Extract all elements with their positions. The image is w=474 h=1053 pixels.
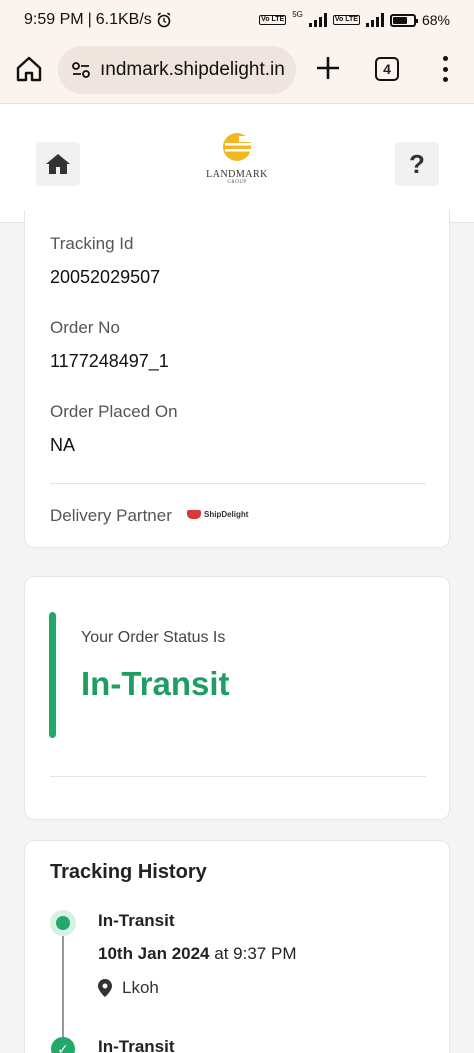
alarm-icon: [157, 12, 171, 28]
event-status: In-Transit: [98, 911, 175, 930]
brand-sub: GROUP: [227, 180, 247, 185]
brand-name: LANDMARK: [206, 169, 268, 180]
status-accent-bar: [49, 612, 56, 738]
clock: 9:59 PM: [24, 11, 84, 28]
timeline-line: [62, 931, 64, 1043]
status-right: Vo LTE 5G Vo LTE 68%: [259, 10, 450, 28]
tracking-id-label: Tracking Id: [50, 234, 134, 253]
check-icon: ✓: [51, 1037, 75, 1053]
shipdelight-logo: ShipDelight: [187, 510, 248, 519]
home-icon: [46, 154, 70, 174]
tab-switcher-button[interactable]: 4: [375, 57, 399, 81]
volte-icon-2: Vo LTE: [332, 15, 360, 25]
timeline-current-dot: [50, 910, 76, 936]
network-speed: 6.1KB/s: [95, 11, 152, 28]
new-tab-icon[interactable]: [314, 54, 342, 82]
tracking-history-card: Tracking History In-Transit 10th Jan 202…: [24, 840, 450, 1053]
site-header: LANDMARK GROUP ?: [0, 103, 474, 223]
event-date: 10th Jan 2024: [98, 944, 210, 963]
home-button[interactable]: [36, 142, 80, 186]
location-pin-icon: [98, 979, 112, 997]
battery-fill: [392, 16, 407, 24]
separator: |: [87, 11, 92, 28]
browser-home-icon[interactable]: [14, 54, 44, 84]
status-left: 9:59 PM | 6.1KB/s: [24, 11, 172, 29]
tracking-id-value: 20052029507: [50, 267, 161, 287]
landmark-logo-mark: [223, 133, 253, 161]
order-details-card: Tracking Id 20052029507 Order No 1177248…: [24, 210, 450, 548]
status-value: In-Transit: [81, 665, 230, 702]
event-status: In-Transit: [98, 1037, 175, 1053]
battery-icon: [389, 13, 418, 27]
shipdelight-logo-text: ShipDelight: [204, 510, 249, 519]
url-text[interactable]: ındmark.shipdelight.in: [100, 59, 285, 81]
order-placed-value: NA: [50, 435, 76, 455]
overflow-menu-icon[interactable]: [440, 56, 450, 82]
order-status-card: Your Order Status Is In-Transit: [24, 576, 450, 820]
network-type: 5G: [292, 10, 303, 19]
event-location-text: Lkoh: [122, 978, 159, 997]
divider: [50, 483, 426, 484]
event-at: at: [214, 944, 229, 963]
status-bar: 9:59 PM | 6.1KB/s Vo LTE 5G Vo LTE 68%: [0, 0, 474, 40]
event-time: 9:37 PM: [233, 944, 297, 963]
signal-icon-2: [365, 13, 384, 27]
battery-percent: 68%: [421, 12, 450, 28]
site-settings-icon[interactable]: [70, 59, 92, 81]
status-label: Your Order Status Is: [81, 629, 226, 646]
order-no-label: Order No: [50, 318, 120, 337]
divider: [50, 776, 426, 777]
landmark-logo: LANDMARK GROUP: [190, 132, 284, 192]
order-no-value: 1177248497_1: [50, 351, 169, 371]
delivery-partner-label: Delivery Partner: [50, 506, 172, 525]
shipdelight-logo-icon: [187, 510, 201, 519]
help-button[interactable]: ?: [395, 142, 439, 186]
event-location: Lkoh: [98, 978, 159, 998]
tracking-history-title: Tracking History: [50, 861, 207, 883]
order-placed-label: Order Placed On: [50, 402, 178, 421]
volte-icon: Vo LTE: [259, 15, 287, 25]
address-bar[interactable]: ındmark.shipdelight.in: [58, 46, 296, 94]
browser-toolbar: ındmark.shipdelight.in 4: [0, 40, 474, 102]
signal-icon: [308, 13, 327, 27]
event-datetime: 10th Jan 2024 at 9:37 PM: [98, 944, 296, 964]
